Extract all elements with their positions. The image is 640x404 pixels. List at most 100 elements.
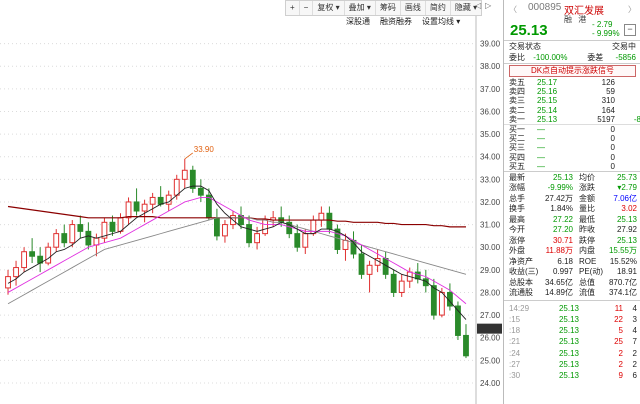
sell-level-row[interactable]: 卖四 25.16 59 [504,87,640,96]
quote-v2: 27.92 [616,225,637,235]
candle-body [390,273,397,293]
candle-body [438,291,445,316]
tick-p: 25.13 [558,303,579,313]
sell-level-row[interactable]: 卖二 25.14 164 [504,106,640,115]
price-axis-label: 37.00 [480,85,501,94]
candle-body [181,169,188,180]
tick-list[interactable]: 14:29 25.13 11 4:15 25.13 22 3:18 25.13 5 4:21 25.… [504,301,640,381]
quote-v1: 0.997 [552,267,573,277]
tick-n: 2 [632,348,637,358]
tick-n: 6 [632,371,637,380]
sell-level-row[interactable]: 卖五 25.17 126 [504,78,640,87]
quote-l2: 昨收 [579,225,595,235]
quote-v2: 25.73 [616,172,637,182]
kline-chart-area[interactable]: 39.00 38.00 37.00 36.00 35.00 34.00 33.00 32.00… [0,0,503,404]
scroll-right-icon[interactable]: ▷ [485,1,491,10]
candle-body [13,267,19,278]
next-stock-icon[interactable]: 〉 [628,4,636,15]
high-annotation-arrow [184,152,194,160]
tick-n: 2 [632,359,637,369]
toolbar-zoom-out-button[interactable]: − [300,1,314,15]
tick-v: 25 [614,337,623,347]
price-axis-label: 36.00 [480,107,501,116]
quote-stat-row: 最新 25.13 均价 25.73 [504,173,640,184]
price-axis-label: 32.00 [480,198,501,207]
quote-v2: 7.06亿 [613,193,637,203]
toolbar-zoom-in-button[interactable]: + [286,1,300,15]
toolbar-chips-button[interactable]: 筹码 [376,1,401,15]
sell-level-row[interactable]: 卖一 25.13 5197 -8 [504,115,640,125]
dk-signal-banner[interactable]: DK点自动提示涨跌信号 [509,65,636,77]
buy-level-row[interactable]: 买一 — 0 [504,125,640,134]
window-controls: ◁ ▷ [475,1,491,10]
quote-v2: 870.7亿 [608,277,637,287]
quote-stat-row: 总手 27.42万 金额 7.06亿 [504,194,640,205]
price-axis-label: 34.00 [480,153,501,162]
sell-level-chg [615,106,640,115]
quote-l2: 最低 [579,214,595,224]
buy-level-label: 买一 [509,124,525,134]
toolbar-restore-button[interactable]: 复权 ▾ [313,1,345,15]
buy-level-row[interactable]: 买四 — 0 [504,153,640,162]
tick-v: 11 [614,303,623,313]
collapse-button[interactable]: − [624,24,636,36]
price-axis-label: 27.00 [480,311,501,320]
candle-body [366,264,373,275]
candle-body [149,196,156,205]
quote-l1: 最高 [509,214,525,224]
price-axis-label: 35.00 [480,130,501,139]
quote-v2: 18.91 [616,267,637,277]
buy-level-row[interactable]: 买二 — 0 [504,134,640,143]
toolbar2-item-1[interactable]: 融资融券 [380,16,412,27]
quote-l1: 总手 [509,193,525,203]
candle-body [294,233,301,248]
sell-level-row[interactable]: 卖三 25.15 310 [504,96,640,105]
toolbar-draw-button[interactable]: 画线 [401,1,426,15]
high-annotation-label: 33.90 [194,145,215,154]
tick-p: 25.13 [558,315,579,325]
sell-level-price: 25.15 [537,96,558,106]
stock-header: 〈 000895 双汇发展 〉 融 港 25.13 - 2.79 - 9.99%… [504,0,640,41]
chart-toolbar: + − 复权 ▾ 叠加 ▾ 筹码 画线 简约 隐藏 ▾ [285,0,483,16]
toolbar2-item-2[interactable]: 设置均线 ▾ [422,16,460,27]
quote-l2: PE(动) [579,267,603,277]
tick-row: :24 25.13 2 2 [504,348,640,359]
tick-p: 25.13 [558,371,579,380]
quote-l1: 总股本 [509,277,533,287]
quote-v2: 15.55万 [608,246,637,256]
candle-body [463,334,469,357]
buy-level-price: — [537,152,545,162]
candle-body [197,187,204,196]
candle-body [85,230,92,246]
candle-body [358,253,365,275]
candle-body [398,280,405,293]
buy-level-row[interactable]: 买五 — 0 [504,162,640,171]
tick-t: 14:29 [509,303,530,313]
tick-p: 25.13 [558,326,579,336]
candle-body [69,224,76,244]
buy-level-row[interactable]: 买三 — 0 [504,143,640,152]
tick-row: :15 25.13 22 3 [504,314,640,325]
quote-stat-row: 净资产 6.18 ROE 15.52% [504,257,640,268]
toolbar2-item-0[interactable]: 深股通 [346,16,370,27]
sell-level-vol: 126 [601,78,615,87]
prev-stock-icon[interactable]: 〈 [509,4,517,15]
price-axis-label: 33.00 [480,175,501,184]
tick-t: :21 [509,337,521,347]
toolbar-brief-button[interactable]: 简约 [426,1,451,15]
quote-stat-row: 收益(三) 0.997 PE(动) 18.91 [504,267,640,278]
quote-l2: ROE [579,256,597,266]
quote-v1: 25.13 [552,172,573,182]
sell-level-price: 25.14 [537,105,558,115]
price-axis-label: 24.00 [480,379,501,388]
trade-status-value: 交易中 [612,42,636,51]
kline-chart[interactable]: 39.00 38.00 37.00 36.00 35.00 34.00 33.00 32.00… [0,0,503,404]
toolbar-overlay-button[interactable]: 叠加 ▾ [345,1,376,15]
candle-body [109,221,116,232]
scroll-left-icon[interactable]: ◁ [475,1,481,10]
quote-l1: 涨幅 [509,183,525,193]
buy-level-chg [615,143,640,152]
sell-level-price: 25.13 [537,114,558,124]
candle-body [430,285,437,316]
quote-v1: 1.84% [550,204,573,214]
